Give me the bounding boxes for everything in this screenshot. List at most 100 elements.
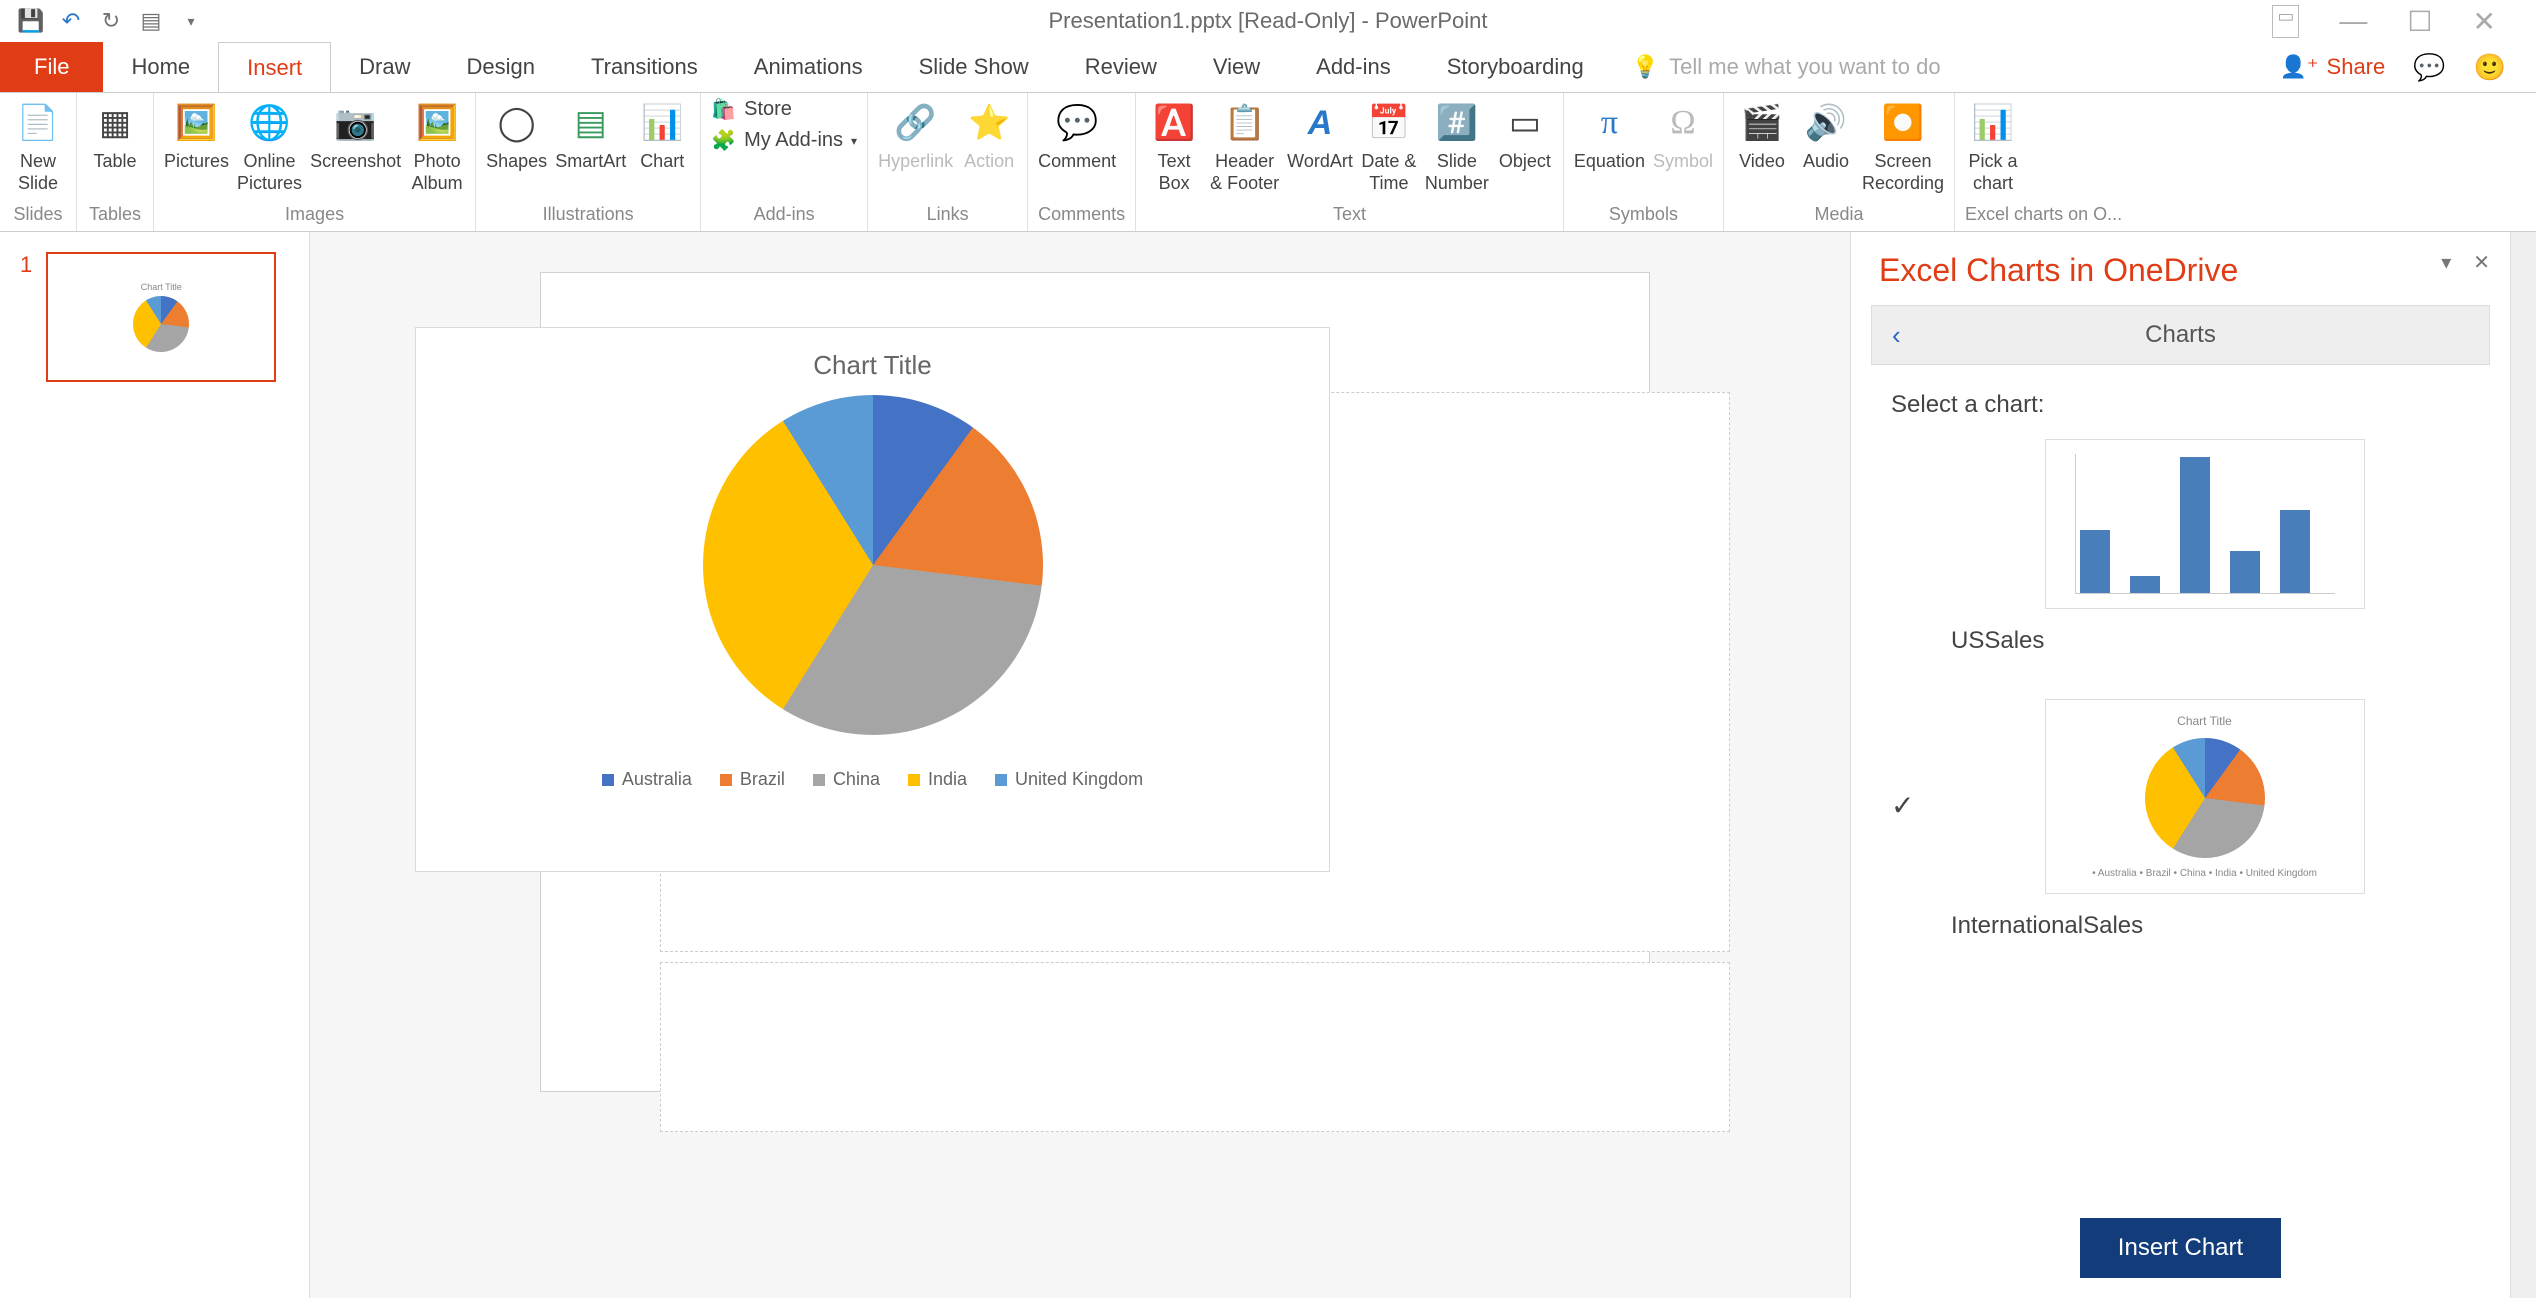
group-excel-charts-label: Excel charts on O... [1965, 200, 2122, 231]
select-chart-label: Select a chart: [1891, 391, 2470, 419]
insert-chart-button[interactable]: Insert Chart [2080, 1218, 2281, 1278]
shapes-button[interactable]: ◯Shapes [486, 97, 547, 173]
window-title: Presentation1.pptx [Read-Only] - PowerPo… [1048, 8, 1487, 34]
equation-icon: π [1601, 101, 1618, 145]
lightbulb-icon: 💡 [1632, 54, 1659, 80]
new-slide-icon: 📄 [17, 101, 59, 145]
ribbon-options-icon[interactable]: ▭ [2272, 5, 2299, 38]
ribbon-tabs: File Home Insert Draw Design Transitions… [0, 42, 2536, 92]
slide-thumbnail-1[interactable]: Chart Title [46, 252, 276, 382]
object-button[interactable]: ▭Object [1497, 97, 1553, 173]
comments-icon[interactable]: 💬 [2413, 52, 2445, 83]
group-comments-label: Comments [1038, 200, 1125, 231]
new-slide-button[interactable]: 📄New Slide [10, 97, 66, 194]
textbox-icon: 🅰️ [1153, 101, 1195, 145]
comment-button[interactable]: 💬Comment [1038, 97, 1116, 173]
smiley-icon[interactable]: 🙂 [2474, 52, 2506, 83]
content-placeholder-2[interactable] [660, 962, 1730, 1132]
tab-review[interactable]: Review [1057, 42, 1185, 92]
store-icon: 🛍️ [711, 97, 736, 122]
wordart-icon: A [1308, 101, 1333, 145]
tab-view[interactable]: View [1185, 42, 1288, 92]
symbol-icon: Ω [1670, 101, 1695, 145]
chart-icon: 📊 [641, 101, 683, 145]
maximize-icon[interactable]: ☐ [2407, 5, 2432, 38]
pane-dropdown-icon[interactable]: ▾ [2441, 250, 2451, 275]
screen-recording-button[interactable]: ⏺️Screen Recording [1862, 97, 1944, 194]
pictures-button[interactable]: 🖼️Pictures [164, 97, 229, 173]
audio-icon: 🔊 [1805, 101, 1847, 145]
table-button[interactable]: ▦Table [87, 97, 143, 173]
pie-chart [703, 395, 1043, 735]
hyperlink-button[interactable]: 🔗Hyperlink [878, 97, 953, 173]
my-addins-button[interactable]: 🧩My Add-ins ▾ [711, 128, 857, 153]
chart-preview[interactable]: Chart Title Australia Brazil China India… [415, 327, 1330, 872]
chart-option-ussales[interactable] [2045, 439, 2365, 609]
pane-scrollbar[interactable] [2510, 232, 2536, 1298]
tab-slideshow[interactable]: Slide Show [891, 42, 1057, 92]
slide-thumbnail-panel: 1 Chart Title [0, 232, 310, 1298]
undo-icon[interactable]: ↶ [60, 10, 82, 32]
pick-a-chart-button[interactable]: 📊Pick a chart [1965, 97, 2021, 194]
screenshot-button[interactable]: 📷Screenshot [310, 97, 401, 173]
shapes-icon: ◯ [498, 101, 536, 145]
header-footer-icon: 📋 [1223, 101, 1265, 145]
thumbnail-pie-icon [133, 296, 189, 352]
close-icon[interactable]: ✕ [2473, 5, 2496, 38]
pie-chart-thumbnail [2145, 738, 2265, 858]
textbox-button[interactable]: 🅰️Text Box [1146, 97, 1202, 194]
action-icon: ⭐ [968, 101, 1010, 145]
photo-album-icon: 🖼️ [416, 101, 458, 145]
chart-button[interactable]: 📊Chart [634, 97, 690, 173]
start-from-beginning-icon[interactable]: ▤ [140, 10, 162, 32]
group-addins-label: Add-ins [711, 200, 857, 231]
photo-album-button[interactable]: 🖼️Photo Album [409, 97, 465, 194]
equation-button[interactable]: πEquation [1574, 97, 1645, 173]
tell-me-search[interactable]: 💡 Tell me what you want to do [1612, 42, 1961, 92]
wordart-button[interactable]: AWordArt [1287, 97, 1353, 173]
qat-more-icon[interactable]: ▾ [180, 10, 202, 32]
minimize-icon[interactable]: — [2339, 5, 2367, 38]
tab-addins[interactable]: Add-ins [1288, 42, 1419, 92]
pane-close-icon[interactable]: ✕ [2473, 250, 2490, 275]
mini-legend: • Australia • Brazil • China • India • U… [2092, 868, 2317, 879]
chart-option-international[interactable]: Chart Title • Australia • Brazil • China… [2045, 699, 2365, 894]
slide-number-button[interactable]: #️⃣Slide Number [1425, 97, 1489, 194]
video-button[interactable]: 🎬Video [1734, 97, 1790, 173]
tab-design[interactable]: Design [439, 42, 563, 92]
header-footer-button[interactable]: 📋Header & Footer [1210, 97, 1279, 194]
tab-animations[interactable]: Animations [726, 42, 891, 92]
ribbon-insert: 📄New Slide Slides ▦Table Tables 🖼️Pictur… [0, 92, 2536, 232]
chart-legend: Australia Brazil China India United King… [602, 769, 1143, 790]
tab-transitions[interactable]: Transitions [563, 42, 726, 92]
audio-button[interactable]: 🔊Audio [1798, 97, 1854, 173]
group-symbols-label: Symbols [1574, 200, 1713, 231]
tab-storyboarding[interactable]: Storyboarding [1419, 42, 1612, 92]
pick-chart-icon: 📊 [1972, 101, 2014, 145]
object-icon: ▭ [1509, 101, 1541, 145]
bar-chart-thumbnail [2075, 454, 2335, 594]
symbol-button[interactable]: ΩSymbol [1653, 97, 1713, 173]
action-button[interactable]: ⭐Action [961, 97, 1017, 173]
smartart-button[interactable]: ▤SmartArt [555, 97, 626, 173]
chart-option-2-name: InternationalSales [1951, 912, 2470, 940]
share-button[interactable]: 👤⁺ Share [2280, 54, 2386, 80]
online-pictures-icon: 🌐 [248, 101, 290, 145]
group-slides-label: Slides [10, 200, 66, 231]
tab-insert[interactable]: Insert [218, 42, 331, 92]
store-button[interactable]: 🛍️Store [711, 97, 857, 122]
pane-back-icon[interactable]: ‹ [1892, 320, 1901, 351]
online-pictures-button[interactable]: 🌐Online Pictures [237, 97, 302, 194]
date-time-button[interactable]: 📅Date & Time [1361, 97, 1417, 194]
pane-header-title: Charts [2145, 321, 2216, 349]
tab-file[interactable]: File [0, 42, 103, 92]
tell-me-placeholder: Tell me what you want to do [1669, 54, 1940, 80]
tab-home[interactable]: Home [103, 42, 218, 92]
group-links-label: Links [878, 200, 1017, 231]
redo-icon[interactable]: ↻ [100, 10, 122, 32]
save-icon[interactable]: 💾 [20, 10, 42, 32]
slide-canvas[interactable]: Chart Title Australia Brazil China India… [310, 232, 1850, 1298]
tab-draw[interactable]: Draw [331, 42, 438, 92]
group-media-label: Media [1734, 200, 1944, 231]
excel-charts-pane: ▾ ✕ Excel Charts in OneDrive ‹ Charts Se… [1850, 232, 2510, 1298]
